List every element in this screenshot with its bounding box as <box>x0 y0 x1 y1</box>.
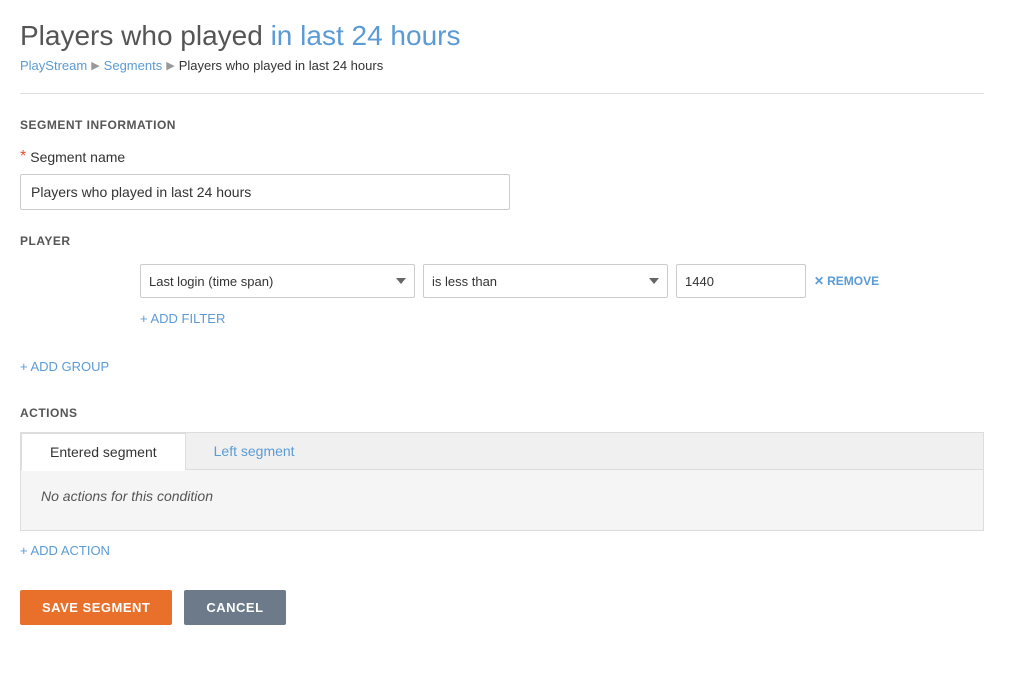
breadcrumb-sep1: ▶ <box>91 59 99 72</box>
breadcrumb-parent[interactable]: Segments <box>104 58 163 73</box>
tab-content-entered: No actions for this condition <box>21 470 983 530</box>
segment-name-label: * Segment name <box>20 148 984 166</box>
filter-condition-select[interactable]: is less than is greater than is equal to <box>423 264 668 298</box>
actions-tabs-wrapper: Entered segment Left segment No actions … <box>20 432 984 531</box>
save-segment-button[interactable]: SAVE SEGMENT <box>20 590 172 625</box>
remove-x-icon: ✕ <box>814 274 824 288</box>
no-actions-text: No actions for this condition <box>41 488 213 504</box>
form-buttons: SAVE SEGMENT CANCEL <box>20 590 984 625</box>
add-action-button[interactable]: + ADD ACTION <box>20 543 110 558</box>
actions-title: ACTIONS <box>20 406 984 420</box>
cancel-button[interactable]: CANCEL <box>184 590 285 625</box>
add-action-label: + ADD ACTION <box>20 543 110 558</box>
page-divider <box>20 93 984 94</box>
breadcrumb-current: Players who played in last 24 hours <box>179 58 384 73</box>
segment-name-label-text: Segment name <box>30 149 125 165</box>
page-container: Players who played in last 24 hours Play… <box>0 0 1014 655</box>
segment-info-title: SEGMENT INFORMATION <box>20 118 984 132</box>
actions-tabs-bar: Entered segment Left segment <box>21 433 983 470</box>
breadcrumb-sep2: ▶ <box>166 59 174 72</box>
remove-label: REMOVE <box>827 274 879 288</box>
filter-field-select[interactable]: Last login (time span) Total value to da… <box>140 264 415 298</box>
filter-row: Last login (time span) Total value to da… <box>140 264 984 298</box>
add-group-button[interactable]: + ADD GROUP <box>20 359 109 374</box>
add-group-label: + ADD GROUP <box>20 359 109 374</box>
required-star: * <box>20 148 26 166</box>
page-title-highlight: in last 24 hours <box>271 20 461 51</box>
segment-info-section: SEGMENT INFORMATION * Segment name <box>20 118 984 210</box>
tab-left-segment[interactable]: Left segment <box>186 433 983 470</box>
player-section-title: PLAYER <box>20 234 984 248</box>
page-title: Players who played in last 24 hours <box>20 20 984 52</box>
remove-filter-button[interactable]: ✕ REMOVE <box>814 274 879 288</box>
player-section: PLAYER Last login (time span) Total valu… <box>20 234 984 342</box>
add-filter-label: + ADD FILTER <box>140 311 225 326</box>
actions-section: ACTIONS Entered segment Left segment No … <box>20 406 984 558</box>
segment-name-input[interactable] <box>20 174 510 210</box>
add-filter-button[interactable]: + ADD FILTER <box>140 311 225 326</box>
breadcrumb-root[interactable]: PlayStream <box>20 58 87 73</box>
tab-entered-segment[interactable]: Entered segment <box>21 433 186 471</box>
filter-value-input[interactable] <box>676 264 806 298</box>
breadcrumb: PlayStream ▶ Segments ▶ Players who play… <box>20 58 984 73</box>
